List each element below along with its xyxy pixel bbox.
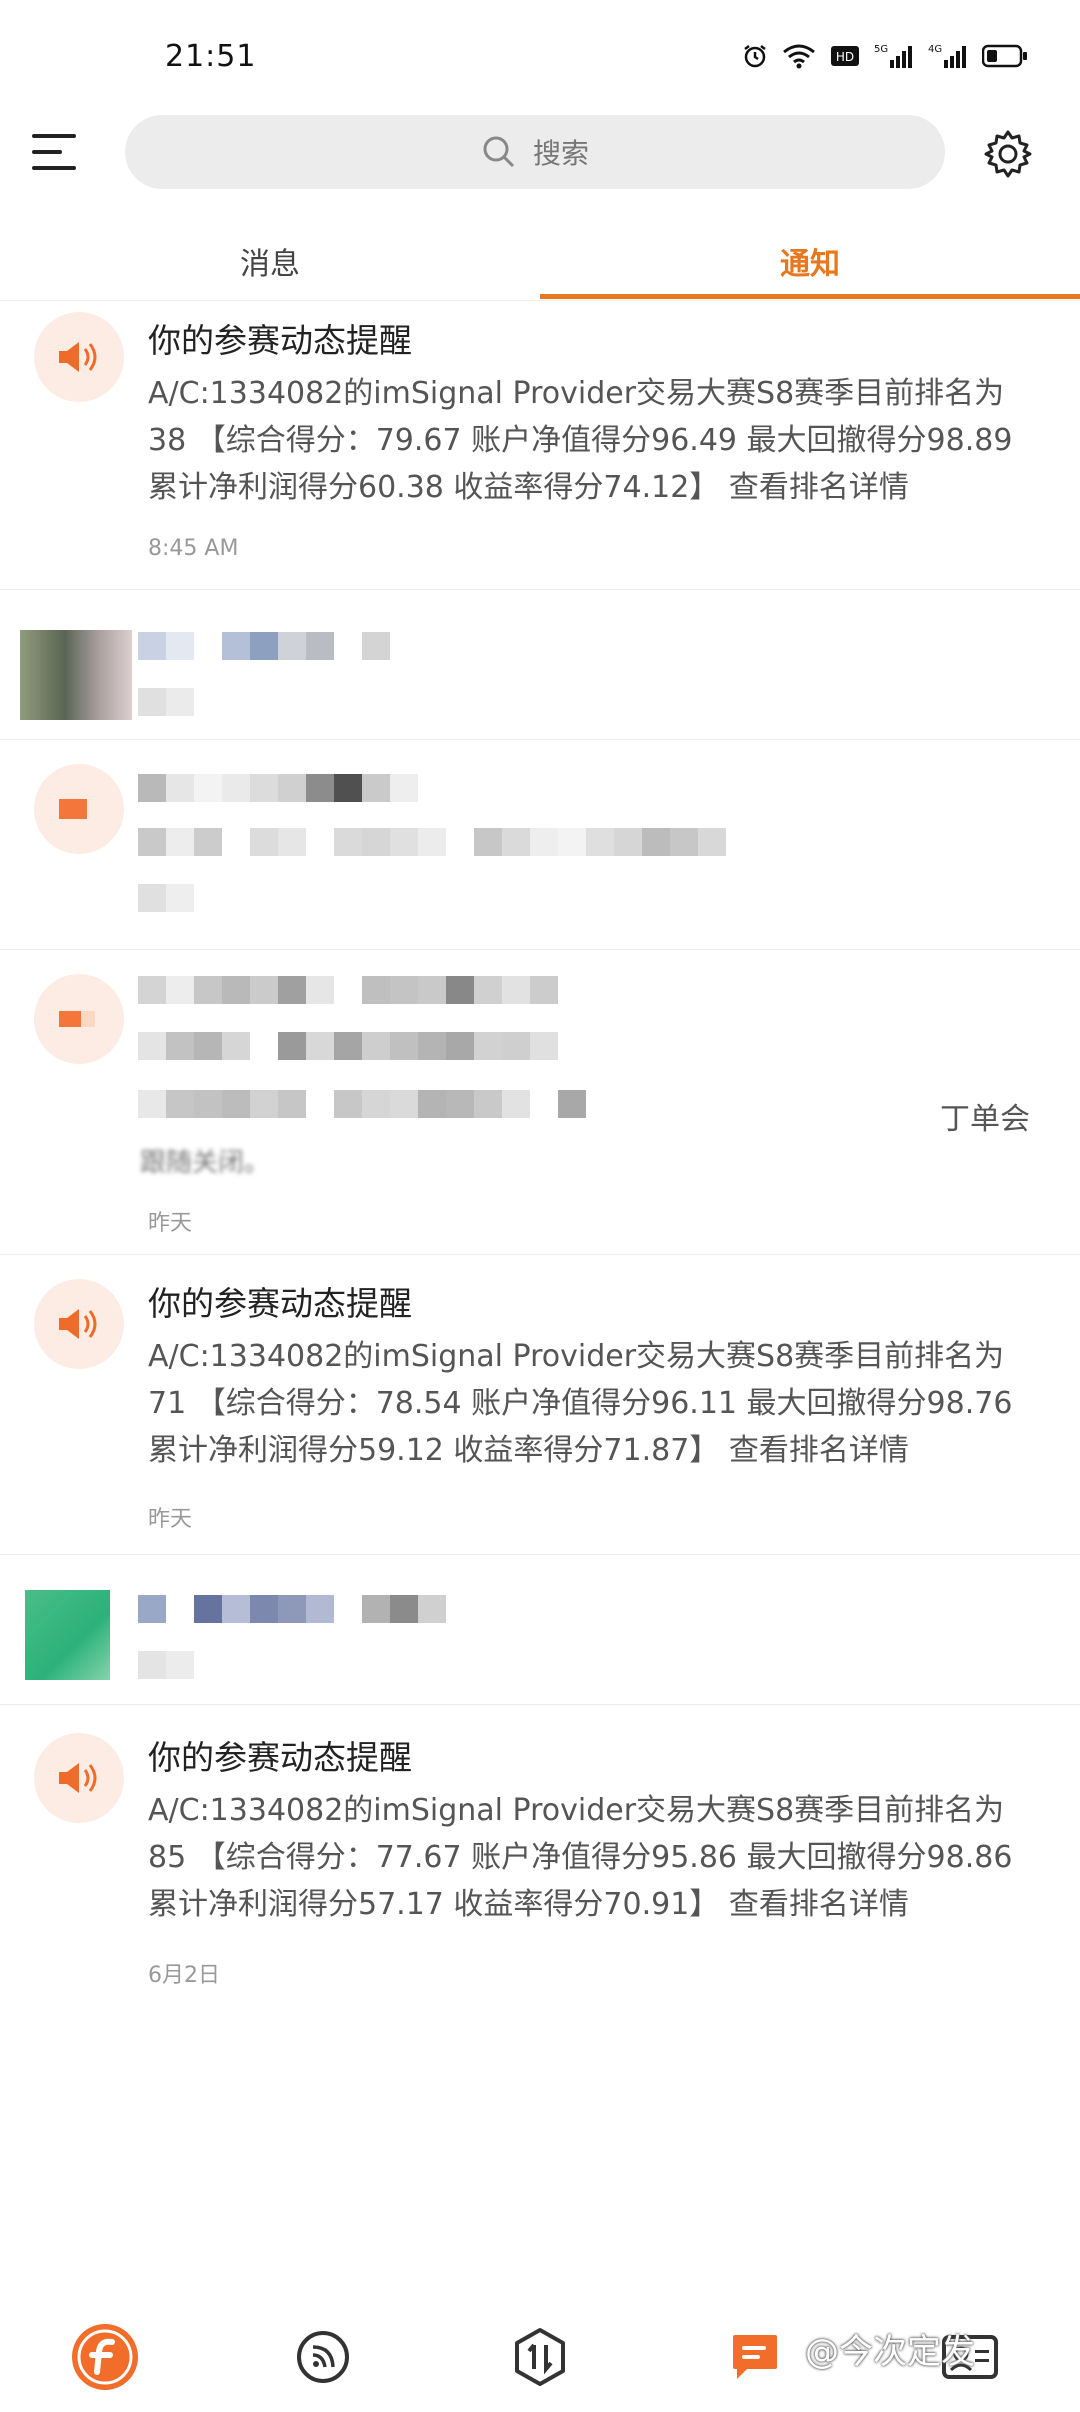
- notice-body-line: 71 【综合得分：78.54 账户净值得分96.11 最大回撤得分98.76: [148, 1386, 1013, 1421]
- notice-title: 你的参赛动态提醒: [148, 1738, 412, 1777]
- notice-body: A/C:1334082的imSignal Provider交易大赛S8赛季目前排…: [148, 1333, 1048, 1474]
- nav-home[interactable]: [70, 2322, 140, 2392]
- blurred-text: [138, 1032, 558, 1060]
- trade-icon: [515, 2328, 565, 2386]
- watermark: @今次定发: [805, 2332, 975, 2372]
- nav-feed[interactable]: [288, 2322, 358, 2392]
- tab-bar: 消息 通知: [0, 222, 1080, 301]
- signal-5g-icon: 5G: [874, 44, 912, 68]
- speaker-icon: [34, 312, 124, 402]
- list-item-blurred[interactable]: 丁单会 跟随关闭。 昨天: [0, 950, 1080, 1255]
- notice-body-line: 累计净利润得分57.17 收益率得分70.91】 查看排名详情: [148, 1887, 909, 1922]
- notice-body-line: 累计净利润得分59.12 收益率得分71.87】 查看排名详情: [148, 1433, 909, 1468]
- tab-messages[interactable]: 消息: [0, 222, 540, 300]
- tab-active-indicator: [540, 294, 1080, 299]
- menu-button[interactable]: [30, 128, 94, 184]
- signal-4g-icon: 4G: [928, 44, 966, 68]
- notice-body-line: A/C:1334082的imSignal Provider交易大赛S8赛季目前排…: [148, 1339, 1005, 1374]
- speaker-icon: [34, 974, 124, 1064]
- blurred-time: [138, 1651, 194, 1679]
- settings-button[interactable]: [982, 128, 1038, 184]
- notice-body-line: 38 【综合得分：79.67 账户净值得分96.49 最大回撤得分98.89: [148, 423, 1013, 458]
- notice-title: 你的参赛动态提醒: [148, 321, 412, 360]
- notice-body-line: A/C:1334082的imSignal Provider交易大赛S8赛季目前排…: [148, 376, 1005, 411]
- search-icon: [483, 136, 515, 168]
- wifi-icon: [783, 44, 815, 69]
- notice-body-line: 85 【综合得分：77.67 账户净值得分95.86 最大回撤得分98.86: [148, 1840, 1013, 1875]
- svg-text:HD: HD: [836, 50, 854, 64]
- notice-body-line: 累计净利润得分60.38 收益率得分74.12】 查看排名详情: [148, 470, 909, 505]
- blurred-time: [138, 884, 194, 912]
- nav-trade[interactable]: [505, 2322, 575, 2392]
- hd-icon: HD: [831, 46, 859, 66]
- speaker-icon: [34, 1733, 124, 1823]
- list-item-blurred[interactable]: [0, 590, 1080, 740]
- search-placeholder: 搜索: [532, 137, 589, 170]
- feed-icon: [297, 2331, 349, 2383]
- list-item-blurred[interactable]: [0, 740, 1080, 950]
- notice-time: 昨天: [148, 1211, 193, 1236]
- notice-body-line: 跟随关闭。: [140, 1148, 271, 1178]
- notice-time: 8:45 AM: [148, 536, 239, 561]
- battery-icon: [982, 44, 1027, 68]
- notice-title: 你的参赛动态提醒: [148, 1284, 412, 1323]
- notice-body: A/C:1334082的imSignal Provider交易大赛S8赛季目前排…: [148, 370, 1048, 511]
- settings-icon: [984, 130, 1032, 178]
- status-bar: 21:51 HD 5G 4G: [0, 0, 1080, 112]
- list-item[interactable]: 你的参赛动态提醒 A/C:1334082的imSignal Provider交易…: [0, 1255, 1080, 1555]
- list-item[interactable]: 你的参赛动态提醒 A/C:1334082的imSignal Provider交易…: [0, 1705, 1080, 2300]
- blurred-text: [138, 976, 558, 1004]
- notice-time: 昨天: [148, 1507, 193, 1532]
- svg-text:5G: 5G: [874, 44, 888, 55]
- search-input[interactable]: 搜索: [125, 115, 945, 189]
- blurred-text: [138, 632, 390, 660]
- avatar: [25, 1590, 110, 1680]
- chat-icon: [733, 2335, 777, 2379]
- blurred-text: [138, 1595, 446, 1623]
- blurred-text: [138, 828, 726, 856]
- status-icons: HD 5G 4G: [742, 42, 1028, 70]
- top-bar: 搜索: [0, 112, 1080, 196]
- blurred-time: [138, 688, 194, 716]
- notice-time: 6月2日: [148, 1963, 220, 1988]
- alarm-icon: [744, 45, 766, 68]
- notice-body-line: A/C:1334082的imSignal Provider交易大赛S8赛季目前排…: [148, 1793, 1005, 1828]
- tab-notifications[interactable]: 通知: [540, 222, 1080, 300]
- avatar: [20, 630, 132, 720]
- notice-body: A/C:1334082的imSignal Provider交易大赛S8赛季目前排…: [148, 1787, 1048, 1928]
- speaker-icon: [34, 1279, 124, 1369]
- blurred-text: [138, 1090, 586, 1118]
- nav-chat[interactable]: [720, 2322, 790, 2392]
- list-item[interactable]: 你的参赛动态提醒 A/C:1334082的imSignal Provider交易…: [0, 300, 1080, 590]
- list-item-blurred[interactable]: [0, 1555, 1080, 1705]
- status-time: 21:51: [165, 38, 257, 74]
- menu-icon: [32, 134, 76, 170]
- notice-body-fragment: 丁单会: [940, 1102, 1030, 1137]
- blurred-text: [138, 774, 418, 802]
- speaker-icon: [34, 764, 124, 854]
- svg-text:4G: 4G: [928, 44, 942, 55]
- fxtm-logo-icon: [72, 2324, 138, 2390]
